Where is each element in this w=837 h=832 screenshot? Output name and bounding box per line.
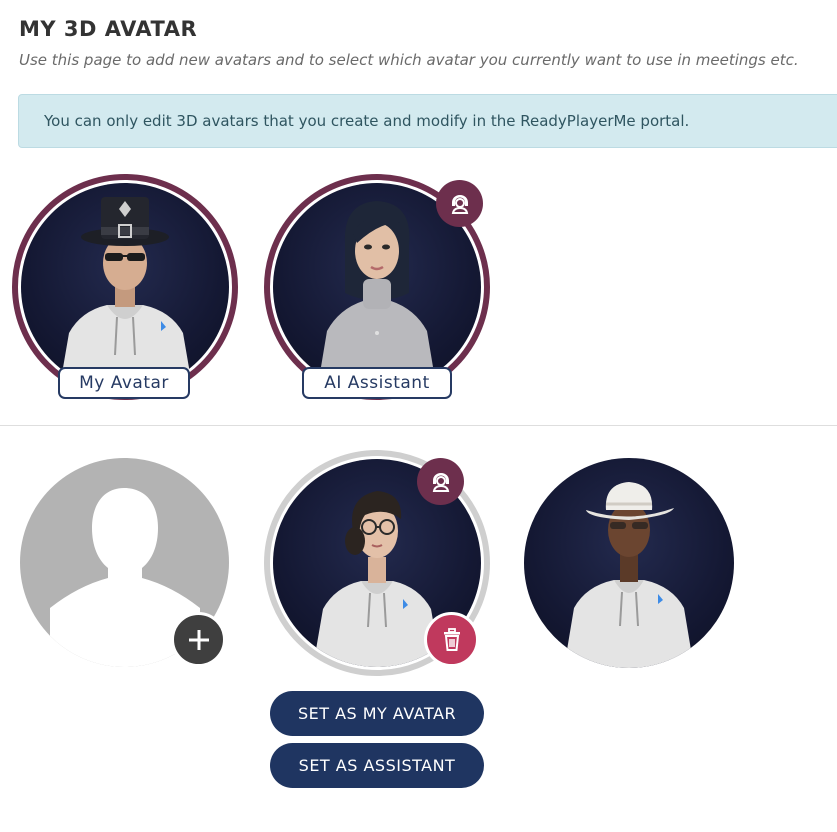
library-avatar-item[interactable] <box>524 458 734 668</box>
ai-assistant-card[interactable]: AI Assistant <box>264 174 490 404</box>
set-as-assistant-button[interactable]: SET AS ASSISTANT <box>270 743 484 788</box>
add-avatar-card[interactable] <box>20 458 232 672</box>
assistant-badge <box>417 458 464 505</box>
info-alert-text: You can only edit 3D avatars that you cr… <box>44 112 690 130</box>
assistant-badge <box>436 180 483 227</box>
delete-avatar-button[interactable] <box>424 612 479 667</box>
assistant-icon <box>432 472 449 492</box>
library-avatar-selected[interactable] <box>264 450 490 676</box>
section-divider <box>0 425 837 426</box>
avatar-settings-page: MY 3D AVATAR Use this page to add new av… <box>0 0 837 832</box>
page-subtitle: Use this page to add new avatars and to … <box>19 51 799 69</box>
trash-icon <box>443 627 460 651</box>
add-avatar-button[interactable] <box>171 612 226 667</box>
ai-assistant-label[interactable]: AI Assistant <box>302 367 452 399</box>
info-alert: You can only edit 3D avatars that you cr… <box>18 94 837 148</box>
set-as-my-avatar-button[interactable]: SET AS MY AVATAR <box>270 691 484 736</box>
my-avatar-image <box>21 183 229 391</box>
page-title: MY 3D AVATAR <box>19 17 198 41</box>
assistant-icon <box>451 194 468 214</box>
plus-icon <box>188 629 209 650</box>
my-avatar-card[interactable]: My Avatar <box>12 174 238 404</box>
library-avatar-image <box>524 458 734 668</box>
my-avatar-label[interactable]: My Avatar <box>58 367 190 399</box>
